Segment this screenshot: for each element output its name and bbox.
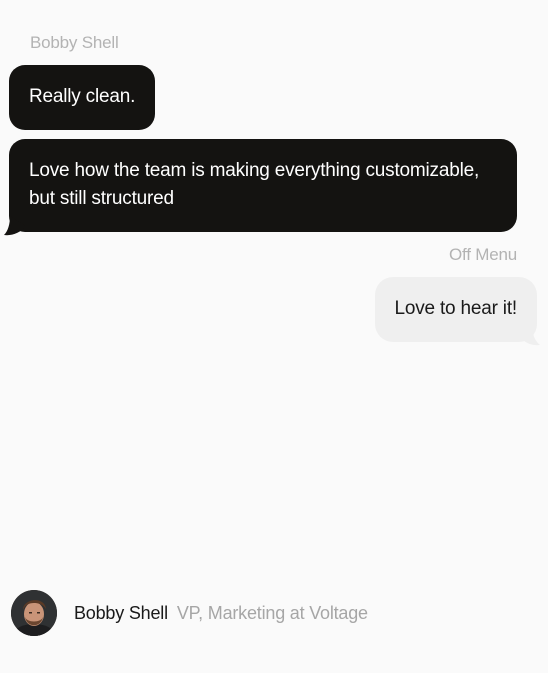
- message-text: Really clean.: [29, 86, 136, 107]
- message-bubble: Love how the team is making everything c…: [9, 139, 517, 232]
- sender-name-left: Bobby Shell: [30, 33, 119, 52]
- message-bubble: Love to hear it!: [374, 277, 537, 342]
- avatar: [11, 590, 57, 636]
- author-name: Bobby Shell: [74, 602, 168, 623]
- author-attribution: Bobby Shell VP, Marketing at Voltage: [11, 590, 368, 636]
- sender-name-right: Off Menu: [448, 245, 517, 264]
- bubble-tail-icon: [4, 216, 26, 236]
- avatar-portrait-icon: [11, 590, 57, 636]
- message-bubble: Really clean.: [9, 65, 156, 130]
- author-title: VP, Marketing at Voltage: [176, 602, 368, 623]
- message-text: Love how the team is making everything c…: [29, 160, 480, 209]
- bubble-tail-icon: [520, 326, 540, 346]
- message-text: Love to hear it!: [394, 298, 518, 319]
